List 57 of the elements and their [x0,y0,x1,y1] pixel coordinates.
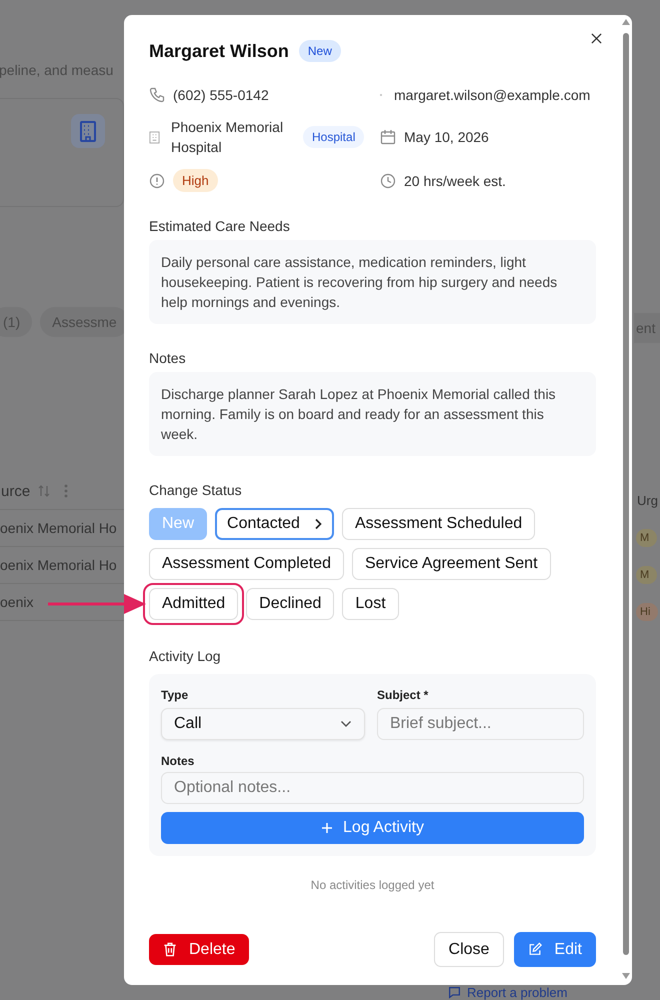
table-cell: oenix [0,594,34,610]
urgency-badge: High [173,169,218,192]
chevron-icon [340,720,352,728]
field-label: Notes [161,754,196,768]
section-label: Change Status [149,482,243,498]
building-icon [149,130,160,144]
trash-icon [163,942,177,957]
email-address: margaret.wilson@example.com [394,87,590,103]
status-button[interactable]: Service Agreement Sent [352,548,551,580]
facility-name: Phoenix Memorial Hospital [171,118,284,157]
plus-icon [321,822,334,834]
table-cell: oenix Memorial Ho [0,520,117,536]
report-link[interactable]: Report a problem [448,985,568,1000]
message-icon[interactable] [448,986,461,999]
more-icon[interactable] [64,484,68,498]
notes-text: Discharge planner Sarah Lopez at Phoenix Memorial called this morning. Family is on board and ready for an assessment this week. [149,372,596,456]
section-label: Notes [149,350,187,366]
field-label: Type [161,688,190,702]
section-label: Estimated Care Needs [149,218,291,234]
edit-button[interactable]: Edit [514,932,596,967]
calendar-icon [380,129,396,145]
delete-button[interactable]: Delete [149,934,250,965]
phone-number: (602) 555-0142 [173,87,269,103]
type-select[interactable]: Call [161,708,365,740]
status-button[interactable]: Assessment Completed [149,548,344,580]
table-cell: oenix Memorial Ho [0,557,117,573]
pencil-icon [528,942,542,957]
status-button[interactable]: Lost [342,588,399,620]
empty-message: No activities logged yet [310,878,436,892]
close-icon[interactable] [591,33,602,44]
status-button[interactable]: Admitted [149,588,238,620]
lead-name: Margaret Wilson [149,40,289,62]
status-button[interactable]: Assessment Scheduled [342,508,536,540]
notes-field[interactable]: Optional notes... [161,772,584,804]
status-button[interactable]: Declined [246,588,334,620]
column-header[interactable]: urce [1,482,30,500]
chevron-icon [314,518,322,530]
sort-icon[interactable] [38,484,50,498]
section-label: Activity Log [149,648,222,664]
log-activity-button[interactable]: Log Activity [161,812,584,844]
close-button[interactable]: Close [434,932,504,967]
building-icon [71,114,105,148]
field-label: Subject * [377,688,430,702]
phone-icon [149,87,165,103]
urgency-badge: M [636,566,658,584]
status-button[interactable]: Contacted [215,508,334,540]
urgency-badge: Hi [636,602,658,620]
alert-icon [149,172,165,188]
clock-icon [380,172,396,188]
subject-field[interactable]: Brief subject... [377,708,584,740]
status-badge: New [298,40,341,62]
column-header[interactable]: Urg [637,483,658,519]
facility-type-badge: Hospital [303,126,364,148]
care-needs-text: Daily personal care assistance, medication reminders, light housekeeping. Patient is recovering from hip surgery and needs help mornings and evenings. [149,240,596,324]
hours-text: 20 hrs/week est. [404,172,506,188]
date-text: May 10, 2026 [404,129,489,145]
urgency-badge: M [636,528,658,546]
